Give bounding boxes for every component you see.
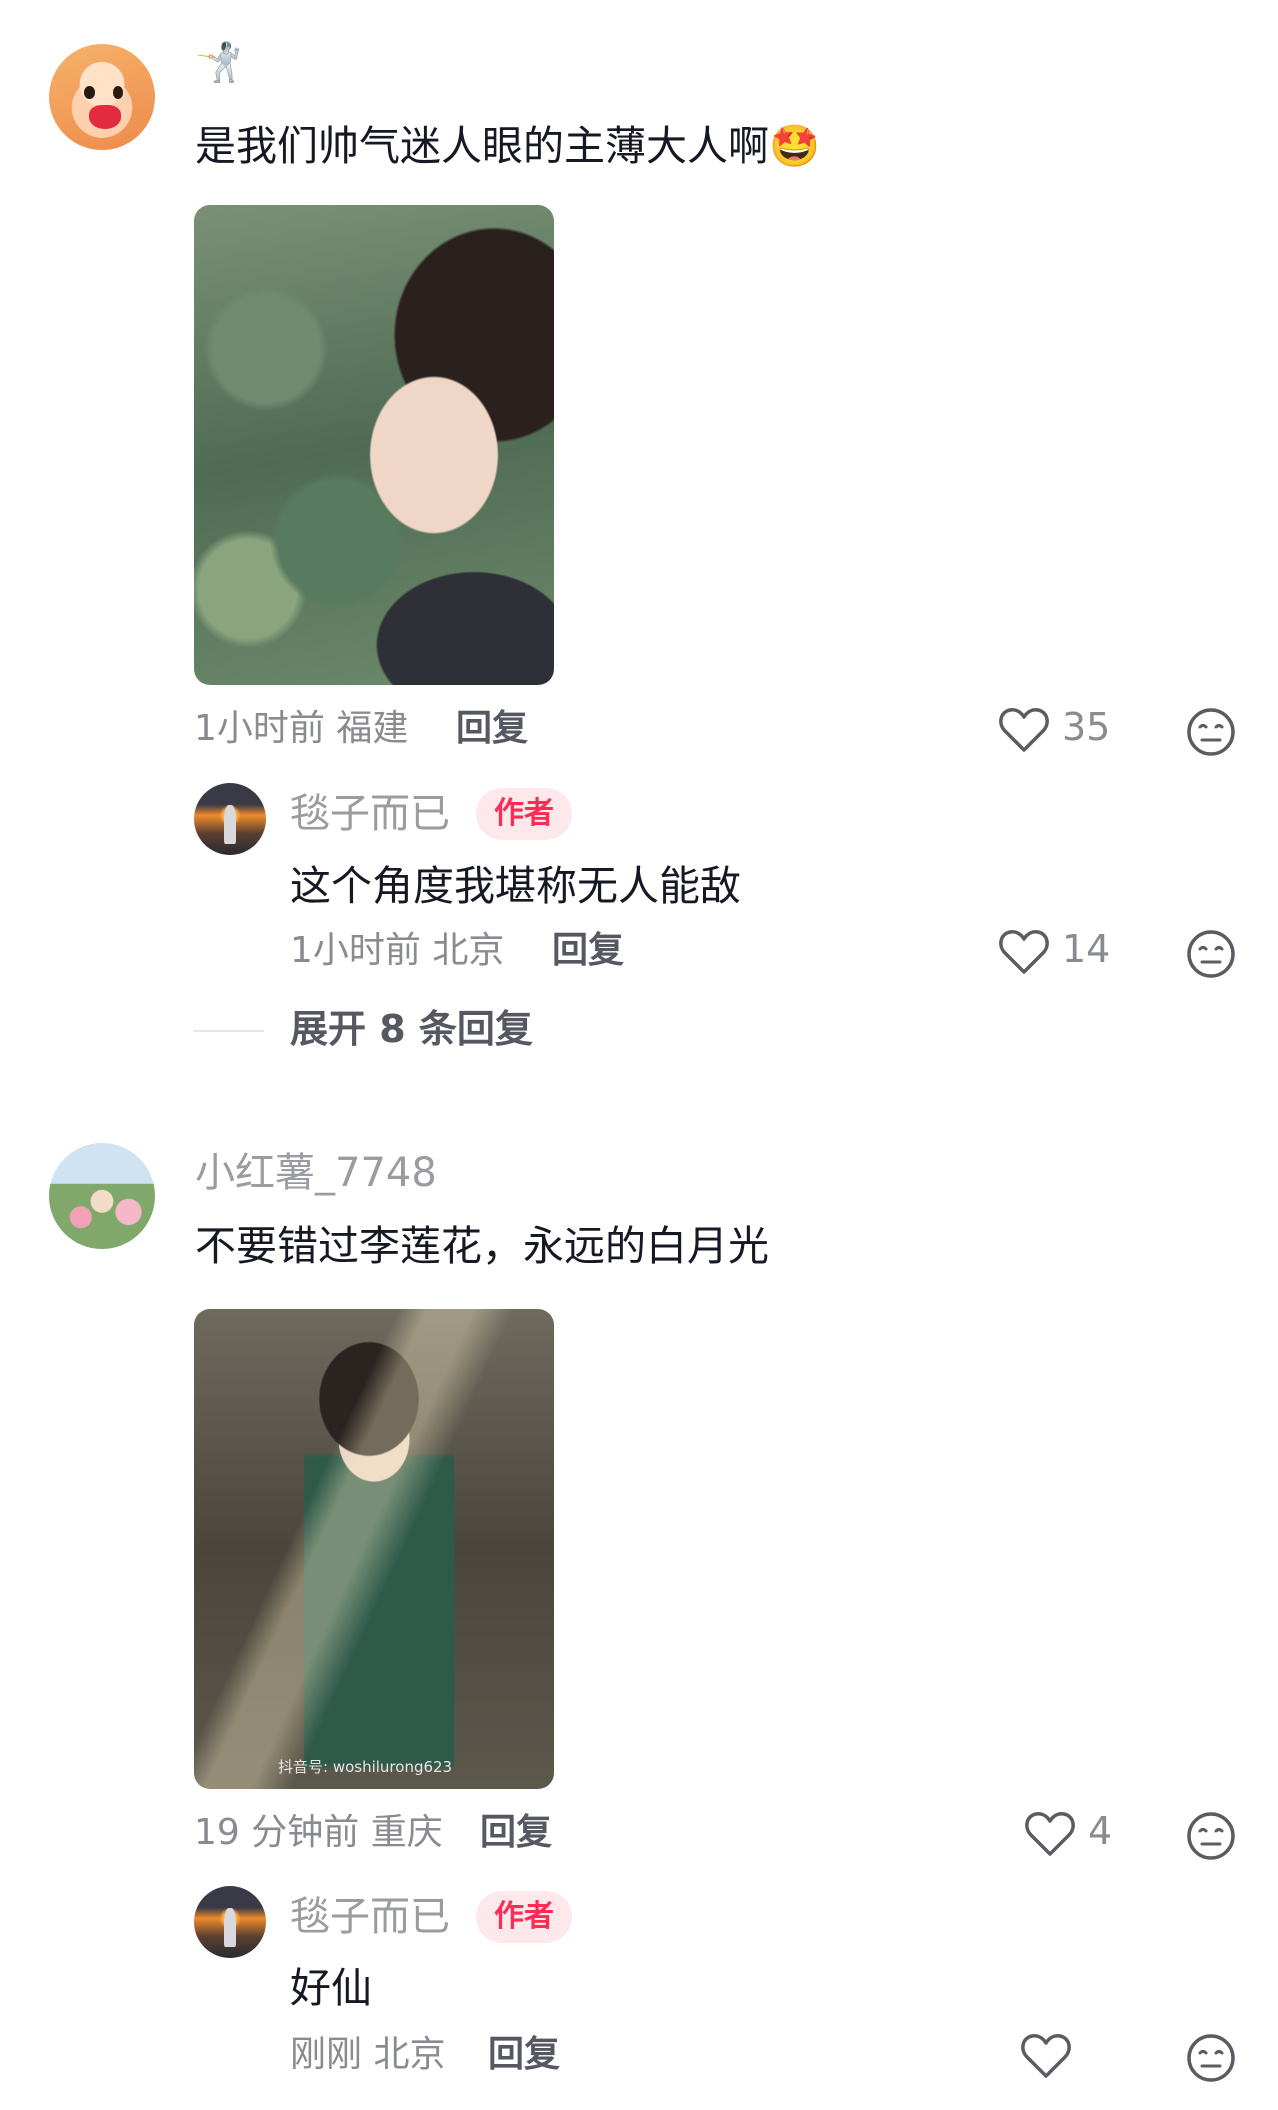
- reply-avatar[interactable]: [194, 783, 266, 855]
- expand-replies-button[interactable]: 展开 8 条回复: [290, 1003, 533, 1055]
- heart-outline-icon[interactable]: [998, 928, 1050, 976]
- author-badge: 作者: [476, 788, 572, 840]
- comment-image[interactable]: [194, 205, 554, 685]
- meh-face-icon[interactable]: [1186, 1811, 1236, 1861]
- reply-button[interactable]: 回复: [488, 2030, 560, 2080]
- reply-button[interactable]: 回复: [480, 1808, 552, 1858]
- commenter-avatar[interactable]: [49, 1143, 155, 1249]
- commenter-avatar[interactable]: [49, 44, 155, 150]
- reply-avatar[interactable]: [194, 1886, 266, 1958]
- comment-text: 是我们帅气迷人眼的主薄大人啊🤩: [195, 122, 821, 170]
- reply-button[interactable]: 回复: [456, 704, 528, 754]
- reply-username[interactable]: 毯子而已: [290, 786, 450, 842]
- like-count: 35: [1062, 705, 1111, 749]
- comment-text: 不要错过李莲花，永远的白月光: [195, 1222, 769, 1270]
- reply-meta: 1小时前 北京: [290, 930, 505, 971]
- reply-username[interactable]: 毯子而已: [290, 1889, 450, 1945]
- comment-meta: 1小时前 福建: [194, 708, 409, 749]
- meh-face-icon[interactable]: [1186, 2033, 1236, 2083]
- comment-meta: 19 分钟前 重庆: [194, 1812, 443, 1853]
- heart-outline-icon[interactable]: [998, 706, 1050, 754]
- reply-text: 好仙: [290, 1964, 372, 2012]
- meh-face-icon[interactable]: [1186, 929, 1236, 979]
- reply-text: 这个角度我堪称无人能敌: [290, 862, 741, 910]
- heart-outline-icon[interactable]: [1020, 2032, 1072, 2080]
- image-watermark: 抖音号: woshilurong623: [278, 1758, 453, 1776]
- commenter-username[interactable]: 小红薯_7748: [195, 1145, 437, 1201]
- heart-outline-icon[interactable]: [1024, 1810, 1076, 1858]
- username-emoji[interactable]: 🤺: [195, 40, 242, 85]
- reply-meta: 刚刚 北京: [290, 2034, 446, 2075]
- comment-image[interactable]: 抖音号: woshilurong623: [194, 1309, 554, 1789]
- like-count: 14: [1062, 927, 1111, 971]
- reply-button[interactable]: 回复: [552, 926, 624, 976]
- like-count: 4: [1088, 1809, 1113, 1853]
- meh-face-icon[interactable]: [1186, 707, 1236, 757]
- author-badge: 作者: [476, 1891, 572, 1943]
- expand-divider: [194, 1030, 264, 1032]
